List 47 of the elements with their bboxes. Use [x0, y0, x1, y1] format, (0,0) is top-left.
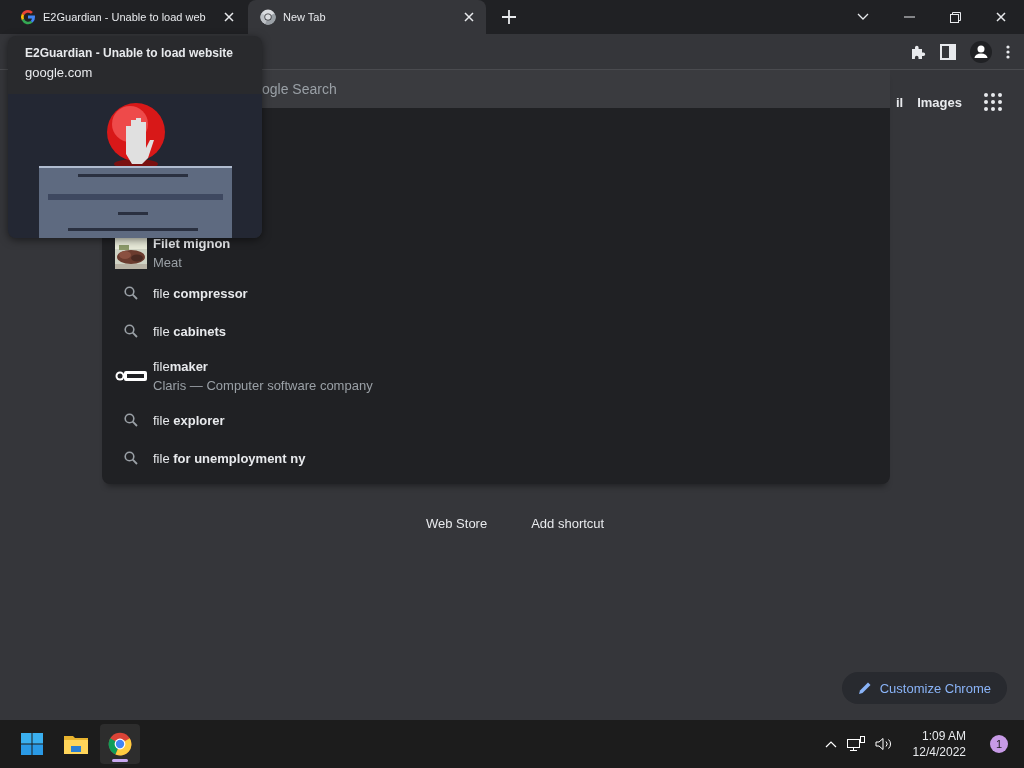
search-icon	[124, 324, 138, 338]
profile-icon[interactable]	[970, 40, 992, 63]
speaker-icon[interactable]	[874, 737, 893, 751]
pencil-icon	[857, 681, 872, 695]
logo-icon	[115, 369, 147, 382]
chrome-icon	[108, 732, 132, 756]
suggestion-text[interactable]: file explorer	[153, 412, 225, 428]
minimize-icon[interactable]	[903, 16, 915, 18]
shortcut-label[interactable]: Web Store	[426, 516, 488, 531]
suggestion-text[interactable]: file cabinets	[153, 323, 226, 339]
folder-icon	[63, 733, 89, 755]
shortcut-label[interactable]: Add shortcut	[531, 516, 605, 531]
search-icon	[124, 413, 138, 427]
header-link[interactable]: il	[895, 94, 904, 110]
browser-tab[interactable]: E2Guardian - Unable to load web	[8, 0, 246, 34]
close-icon[interactable]	[224, 12, 234, 22]
notification-badge[interactable]: 1	[990, 735, 1008, 753]
taskbar-app[interactable]	[100, 724, 140, 764]
chrome-icon	[260, 9, 276, 25]
suggestion-subtitle: Claris — Computer software company	[153, 377, 373, 393]
close-icon[interactable]	[996, 12, 1006, 22]
browser-tab[interactable]: New Tab	[248, 0, 486, 34]
menu-icon[interactable]	[1006, 44, 1010, 59]
caret-up-icon[interactable]	[824, 740, 837, 748]
header-link[interactable]: Images	[917, 94, 962, 110]
card-domain: google.com	[25, 65, 94, 80]
search-icon	[124, 451, 138, 465]
suggestion-text[interactable]: Filet mignon	[153, 236, 231, 251]
side-panel-icon[interactable]	[940, 43, 956, 60]
clock-date: 12/4/2022	[912, 744, 966, 760]
windows-icon	[20, 732, 44, 756]
suggestion-subtitle: Meat	[153, 255, 183, 270]
search-icon	[124, 286, 138, 300]
suggestion-text[interactable]: file for unemployment ny	[153, 450, 306, 466]
google-icon	[20, 9, 36, 25]
suggestion-text[interactable]: file compressor	[153, 285, 248, 301]
restore-icon[interactable]	[949, 11, 961, 23]
clock-time: 1:09 AM	[921, 728, 966, 744]
customize-button[interactable]: Customize Chrome	[841, 672, 1007, 704]
apps-icon[interactable]	[984, 93, 1002, 111]
suggestion-text[interactable]: filemaker	[153, 358, 373, 374]
network-icon[interactable]	[846, 736, 865, 752]
plus-icon[interactable]	[502, 10, 516, 24]
card-title: E2Guardian - Unable to load website	[25, 46, 235, 61]
close-icon[interactable]	[464, 12, 474, 22]
chevron-down-icon[interactable]	[857, 13, 869, 21]
puzzle-icon[interactable]	[910, 43, 926, 60]
